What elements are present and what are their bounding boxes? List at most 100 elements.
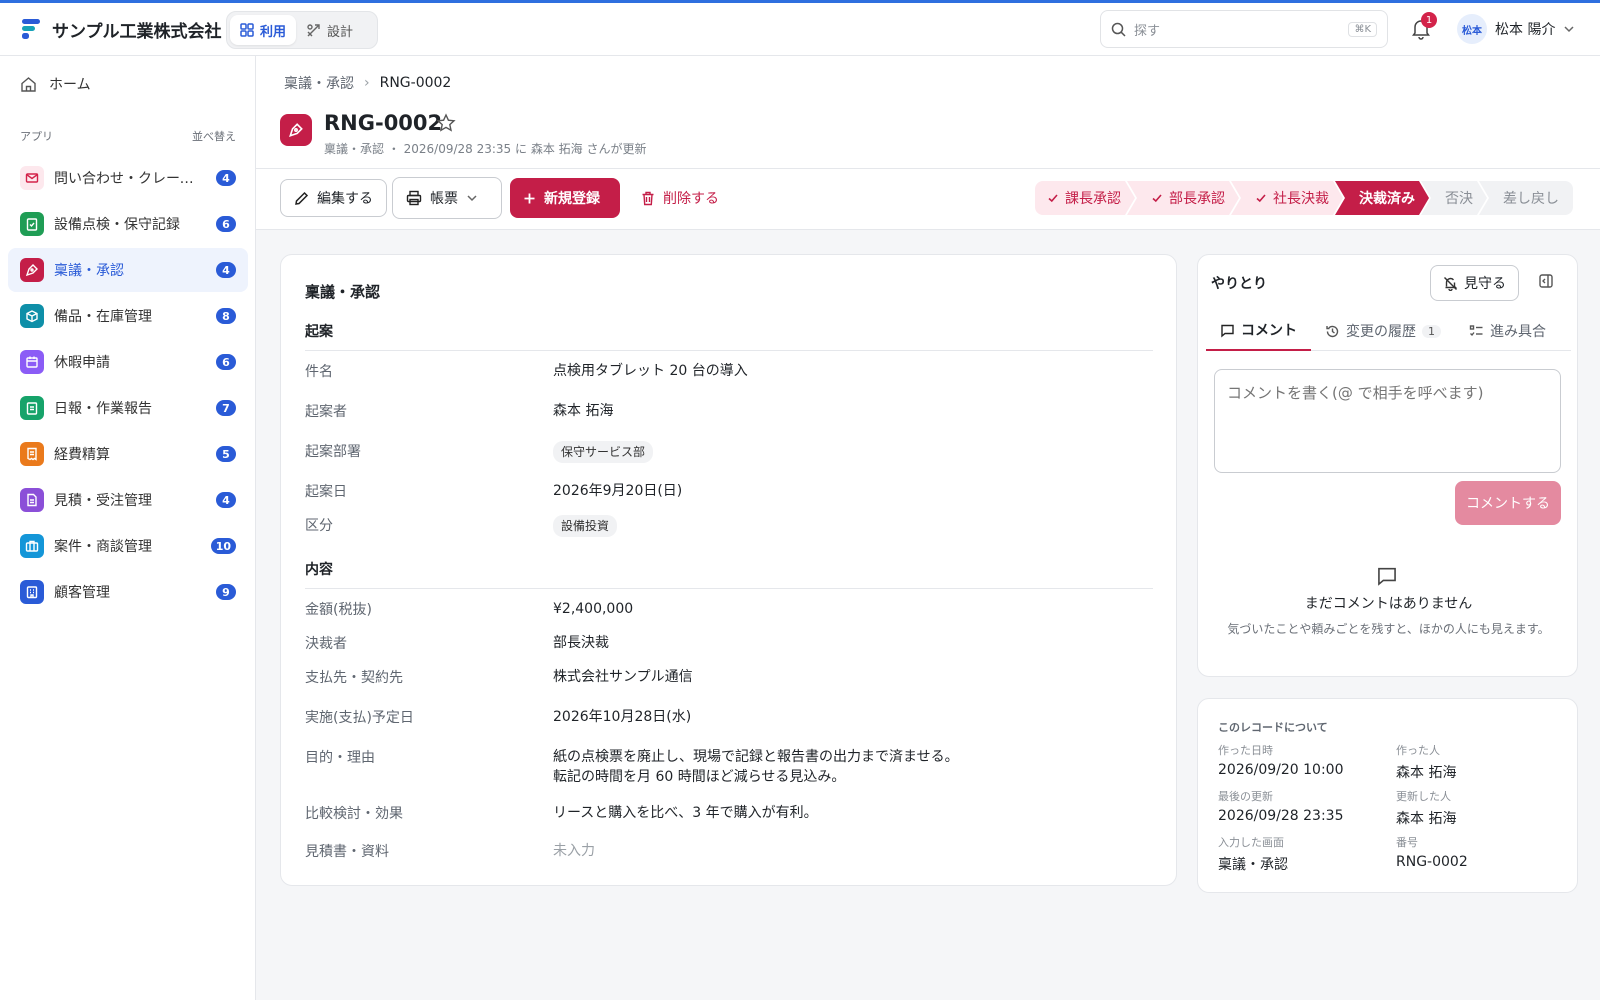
history-icon — [1326, 325, 1339, 337]
step-sent-back[interactable]: 差し戻し — [1479, 181, 1573, 215]
delete-button[interactable]: 削除する — [628, 179, 732, 217]
sidebar-item-count: 5 — [216, 446, 236, 462]
calendar-icon — [20, 350, 44, 374]
tab-history[interactable]: 変更の履歴 1 — [1311, 311, 1455, 351]
empty-comments-title: まだコメントはありません — [1304, 596, 1473, 612]
checklist-icon — [1469, 324, 1483, 336]
edit-button-label: 編集する — [317, 191, 373, 207]
company-name[interactable]: サンプル工業株式会社 — [52, 17, 222, 42]
sidebar-item-label: 稟議・承認 — [54, 263, 124, 279]
mode-use-button[interactable]: 利用 — [230, 15, 297, 45]
sidebar-item-inquiry[interactable]: 問い合わせ・クレーム管理 4 — [8, 156, 248, 200]
field-value: 点検用タブレット 20 台の導入 — [553, 363, 748, 379]
sidebar-item-maintenance[interactable]: 設備点検・保守記録 6 — [8, 202, 248, 246]
sidebar-item-leave[interactable]: 休暇申請 6 — [8, 340, 248, 384]
category-tag: 設備投資 — [553, 515, 618, 537]
field-label: 目的・理由 — [305, 750, 375, 766]
meta-value: RNG-0002 — [1396, 854, 1468, 870]
page-title: RNG-0002 — [324, 111, 443, 135]
department-tag: 保守サービス部 — [553, 441, 654, 463]
search-shortcut: ⌘K — [1348, 21, 1377, 37]
conversation-panel: やりとり 見守る コメント 変更の履歴 1 進み具合 コメントする まだコメント… — [1197, 254, 1578, 677]
record-toolbar: 編集する 帳票 新規登録 削除する 課長承認 部長承認 社長決裁 決裁済み 否決 — [256, 169, 1600, 230]
field-label: 起案部署 — [305, 444, 361, 460]
breadcrumb-parent-link[interactable]: 稟議・承認 — [284, 73, 354, 93]
sidebar-section-header: アプリ 並べ替え — [20, 128, 236, 144]
user-menu[interactable]: 松本 松本 陽介 — [1457, 14, 1575, 44]
step-rejected[interactable]: 否決 — [1421, 181, 1487, 215]
meta-label: 作った日時 — [1218, 744, 1273, 757]
step-decided[interactable]: 決裁済み — [1335, 181, 1429, 215]
breadcrumb: 稟議・承認 › RNG-0002 — [284, 73, 451, 93]
meta-value: 稟議・承認 — [1218, 857, 1288, 873]
field-draft-date: 起案日 2026年9月20日(日) — [305, 481, 1153, 501]
purpose-line: 転記の時間を月 60 時間ほど減らせる見込み。 — [553, 769, 846, 785]
page-subtitle: 稟議・承認 ・ 2026/09/28 23:35 に 森本 拓海 さんが更新 — [324, 142, 647, 156]
sidebar-item-expense[interactable]: 経費精算 5 — [8, 432, 248, 476]
workflow-status-steps: 課長承認 部長承認 社長決裁 決裁済み 否決 差し戻し — [1035, 181, 1573, 215]
panel-collapse-icon[interactable] — [1538, 273, 1554, 289]
step-label: 課長承認 — [1065, 191, 1121, 207]
meta-label: 番号 — [1396, 836, 1418, 849]
sidebar-item-approval[interactable]: 稟議・承認 4 — [8, 248, 248, 292]
field-value: 株式会社サンプル通信 — [553, 669, 693, 685]
bell-off-icon — [1444, 276, 1458, 291]
step-section-chief-approval[interactable]: 課長承認 — [1035, 181, 1135, 215]
user-name: 松本 陽介 — [1495, 22, 1556, 38]
sidebar-item-customers[interactable]: 顧客管理 9 — [8, 570, 248, 614]
section-heading-content: 内容 — [305, 559, 1153, 589]
briefcase-icon — [20, 534, 44, 558]
step-dept-head-approval[interactable]: 部長承認 — [1127, 181, 1239, 215]
mode-design-button[interactable]: 設計 — [296, 15, 363, 45]
sidebar-item-quotation[interactable]: 見積・受注管理 4 — [8, 478, 248, 522]
company-logo-icon[interactable] — [20, 17, 42, 41]
meta-screen: 入力した画面 稟議・承認 — [1218, 834, 1288, 874]
step-label: 社長決裁 — [1273, 191, 1329, 207]
sidebar-item-count: 6 — [216, 216, 236, 232]
field-approver: 決裁者 部長決裁 — [305, 633, 1153, 653]
meta-created-at: 作った日時 2026/09/20 10:00 — [1218, 742, 1344, 778]
sidebar-item-daily-report[interactable]: 日報・作業報告 7 — [8, 386, 248, 430]
field-value: 森本 拓海 — [553, 403, 614, 419]
printer-icon — [406, 190, 422, 206]
star-icon[interactable] — [436, 113, 456, 133]
field-purpose: 目的・理由 紙の点検票を廃止し、現場で記録と報告書の出力まで済ませる。 転記の時… — [305, 747, 1153, 787]
field-schedule: 実施(支払)予定日 2026年10月28日(水) — [305, 707, 1153, 727]
comment-input[interactable] — [1214, 369, 1561, 473]
comment-submit-button[interactable]: コメントする — [1455, 481, 1561, 525]
meta-label: 更新した人 — [1396, 790, 1451, 803]
watch-button[interactable]: 見守る — [1430, 265, 1519, 301]
record-detail-card: 稟議・承認 起案 件名 点検用タブレット 20 台の導入 起案者 森本 拓海 起… — [280, 254, 1177, 886]
sidebar: ホーム アプリ 並べ替え 問い合わせ・クレーム管理 4 設備点検・保守記録 6 … — [0, 56, 256, 1000]
sidebar-item-count: 6 — [216, 354, 236, 370]
meta-number: 番号 RNG-0002 — [1396, 834, 1468, 870]
building-icon — [20, 580, 44, 604]
new-record-button[interactable]: 新規登録 — [510, 178, 620, 218]
sidebar-item-count: 4 — [216, 492, 236, 508]
meta-updated-at: 最後の更新 2026/09/28 23:35 — [1218, 788, 1344, 824]
meta-value: 2026/09/20 10:00 — [1218, 762, 1344, 778]
sidebar-item-inventory[interactable]: 備品・在庫管理 8 — [8, 294, 248, 338]
edit-button[interactable]: 編集する — [280, 179, 387, 217]
comment-icon — [1221, 324, 1234, 337]
tab-comments[interactable]: コメント — [1206, 311, 1311, 351]
breadcrumb-current: RNG-0002 — [379, 75, 452, 91]
field-label: 実施(支払)予定日 — [305, 710, 414, 726]
clipboard-icon — [20, 396, 44, 420]
record-meta-card: このレコードについて 作った日時 2026/09/20 10:00 作った人 森… — [1197, 698, 1578, 893]
sidebar-item-label: 見積・受注管理 — [54, 493, 152, 509]
pencil-icon — [295, 191, 309, 205]
field-value: 部長決裁 — [553, 635, 609, 651]
sidebar-item-count: 4 — [216, 262, 236, 278]
field-comparison: 比較検討・効果 リースと購入を比べ、3 年で購入が有利。 — [305, 803, 1153, 823]
print-button[interactable]: 帳票 — [392, 177, 502, 219]
search-input[interactable]: 探す ⌘K — [1100, 10, 1388, 48]
meta-updated-by: 更新した人 森本 拓海 — [1396, 788, 1456, 828]
sidebar-item-home[interactable]: ホーム — [20, 74, 91, 94]
sidebar-sort-button[interactable]: 並べ替え — [192, 128, 236, 144]
step-president-decision[interactable]: 社長決裁 — [1231, 181, 1343, 215]
sidebar-item-deals[interactable]: 案件・商談管理 10 — [8, 524, 248, 568]
tab-progress[interactable]: 進み具合 — [1455, 311, 1560, 351]
search-placeholder: 探す — [1134, 23, 1161, 39]
field-label: 見積書・資料 — [305, 844, 389, 860]
